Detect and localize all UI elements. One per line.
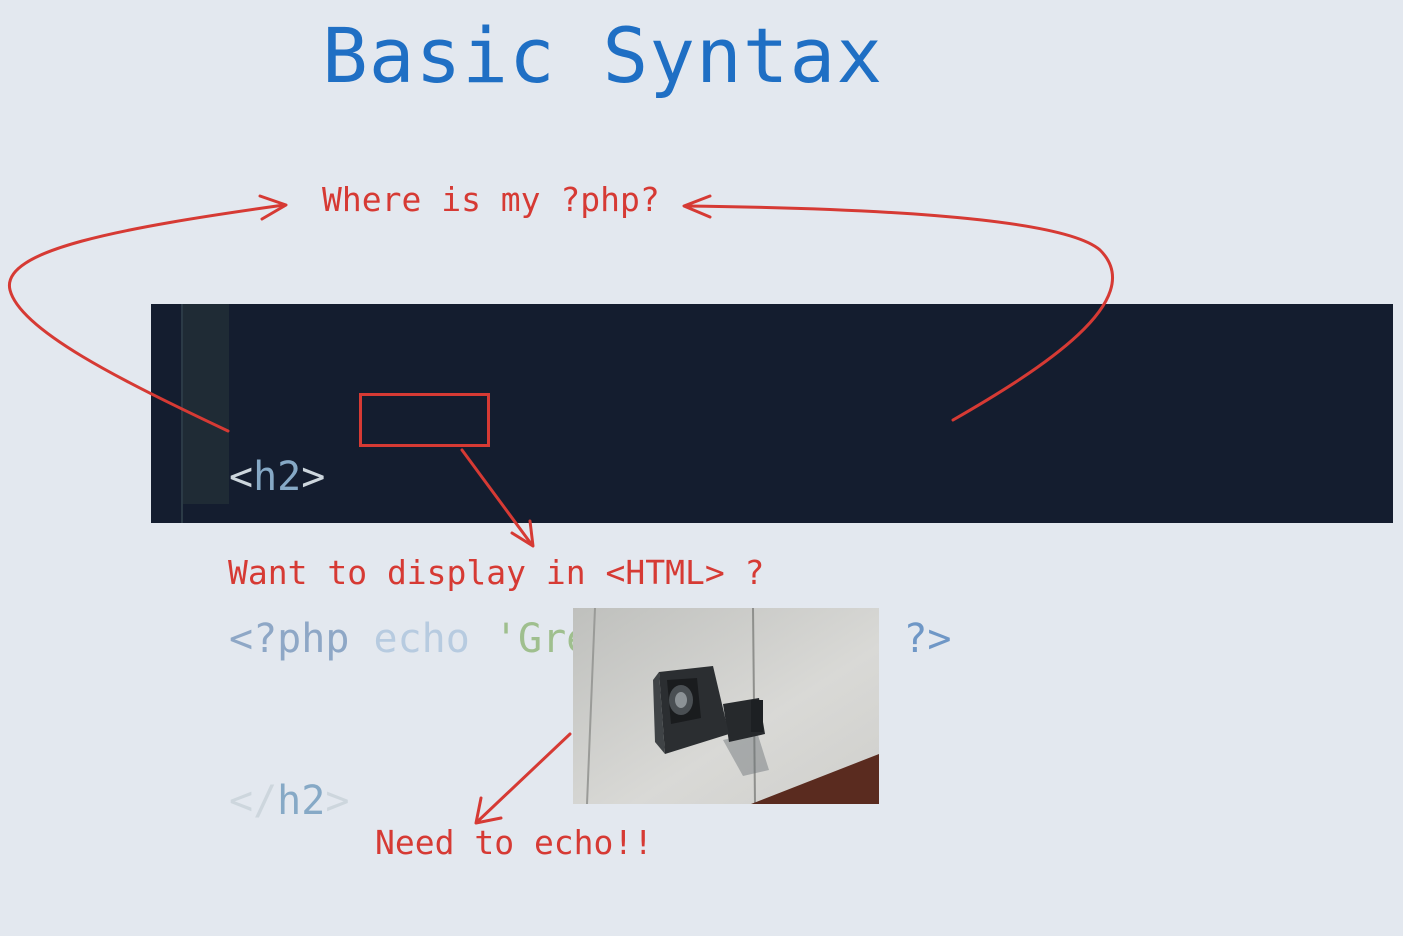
loudspeaker-illustration [573, 608, 879, 804]
slide-title: Basic Syntax [322, 11, 884, 100]
editor-gutter-border [181, 304, 183, 523]
code-token: h2 [253, 454, 302, 500]
loudspeaker-image [573, 608, 879, 804]
code-token: > [325, 778, 350, 824]
annotation-where-is-php: Where is my ?php? [322, 180, 660, 219]
arrow-left-loop-head [258, 194, 288, 221]
code-token-echo: echo [373, 616, 470, 662]
annotation-display-html: Want to display in <HTML> ? [228, 553, 765, 592]
code-editor-panel: <h2> <?php echo 'Great PHP page' ?> </h2… [151, 304, 1393, 824]
code-token: > [301, 454, 326, 500]
code-line-h2-open: <h2> [229, 450, 952, 504]
code-token-php-close: ?> [903, 616, 952, 662]
annotation-need-to-echo: Need to echo!! [375, 823, 654, 862]
code-token: h2 [277, 778, 326, 824]
arrow-right-loop-head [682, 194, 712, 219]
code-token-php-open: <?php [229, 616, 350, 662]
editor-gutter [181, 304, 229, 504]
echo-highlight-box [359, 393, 490, 447]
code-token: < [229, 454, 254, 500]
code-token: </ [229, 778, 278, 824]
